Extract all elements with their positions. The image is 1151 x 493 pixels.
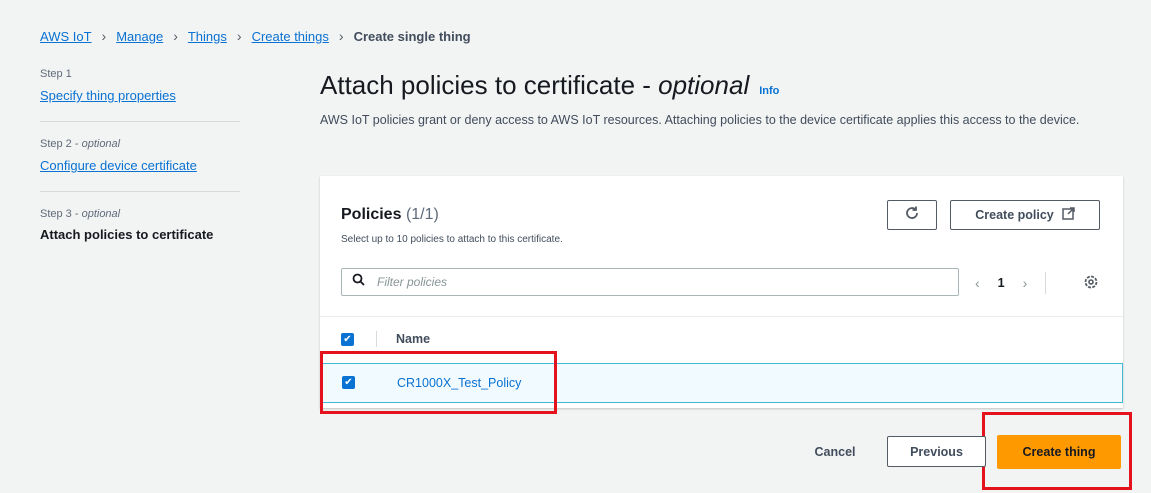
- chevron-right-icon: ›: [236, 28, 242, 44]
- step-2-link[interactable]: Configure device certificate: [40, 158, 197, 173]
- info-link[interactable]: Info: [759, 85, 779, 97]
- table-row[interactable]: ✔ CR1000X_Test_Policy: [320, 363, 1123, 403]
- select-all-checkbox[interactable]: ✔: [341, 333, 354, 346]
- policies-subtitle: Select up to 10 policies to attach to th…: [341, 234, 563, 245]
- create-policy-label: Create policy: [975, 208, 1054, 222]
- breadcrumb-manage[interactable]: Manage: [116, 29, 163, 44]
- filter-policies-search[interactable]: [341, 268, 959, 296]
- step-2-label: Step 2 - optional: [40, 138, 121, 150]
- chevron-left-icon[interactable]: ‹: [975, 275, 980, 291]
- policies-panel: Policies (1/1) Select up to 10 policies …: [320, 176, 1123, 408]
- page-title: Attach policies to certificate - optiona…: [320, 70, 750, 100]
- breadcrumb-create-things[interactable]: Create things: [252, 29, 329, 44]
- policies-title: Policies (1/1): [341, 206, 439, 223]
- policy-name-link[interactable]: CR1000X_Test_Policy: [397, 376, 521, 390]
- external-link-icon: [1062, 207, 1075, 223]
- column-divider: [376, 331, 377, 347]
- step-3-label: Step 3 - optional: [40, 208, 121, 220]
- breadcrumb-things[interactable]: Things: [188, 29, 227, 44]
- row-checkbox[interactable]: ✔: [342, 376, 355, 389]
- breadcrumb-current: Create single thing: [353, 28, 471, 44]
- search-icon: [352, 273, 365, 291]
- cancel-button[interactable]: Cancel: [795, 437, 875, 467]
- step-3-current: Attach policies to certificate: [40, 227, 214, 242]
- step-2: Step 2 - optional Configure device certi…: [40, 138, 240, 192]
- page-number[interactable]: 1: [998, 276, 1005, 290]
- search-input[interactable]: [375, 274, 939, 290]
- step-1-link[interactable]: Specify thing properties: [40, 88, 176, 103]
- gear-icon[interactable]: [1083, 274, 1099, 295]
- wizard-steps: Step 1 Specify thing properties Step 2 -…: [40, 68, 240, 274]
- breadcrumb-aws-iot[interactable]: AWS IoT: [40, 29, 92, 44]
- refresh-button[interactable]: [887, 200, 937, 230]
- page-header: Attach policies to certificate - optiona…: [320, 70, 779, 101]
- create-policy-button[interactable]: Create policy: [950, 200, 1100, 230]
- column-name-header: Name: [396, 332, 431, 346]
- divider: [1045, 272, 1047, 294]
- step-1-label: Step 1: [40, 68, 72, 80]
- breadcrumb: AWS IoT › Manage › Things › Create thing…: [40, 28, 471, 44]
- step-3: Step 3 - optional Attach policies to cer…: [40, 208, 240, 258]
- refresh-icon: [904, 205, 920, 226]
- chevron-right-icon: ›: [101, 28, 107, 44]
- chevron-right-icon: ›: [338, 28, 344, 44]
- create-thing-button[interactable]: Create thing: [997, 435, 1121, 469]
- pagination: ‹ 1 ›: [975, 272, 1047, 294]
- page-description: AWS IoT policies grant or deny access to…: [320, 113, 1080, 127]
- step-1: Step 1 Specify thing properties: [40, 68, 240, 122]
- chevron-right-icon: ›: [173, 28, 178, 44]
- chevron-right-icon[interactable]: ›: [1023, 275, 1028, 291]
- previous-button[interactable]: Previous: [887, 436, 986, 467]
- table-header: ✔ Name: [320, 316, 1123, 361]
